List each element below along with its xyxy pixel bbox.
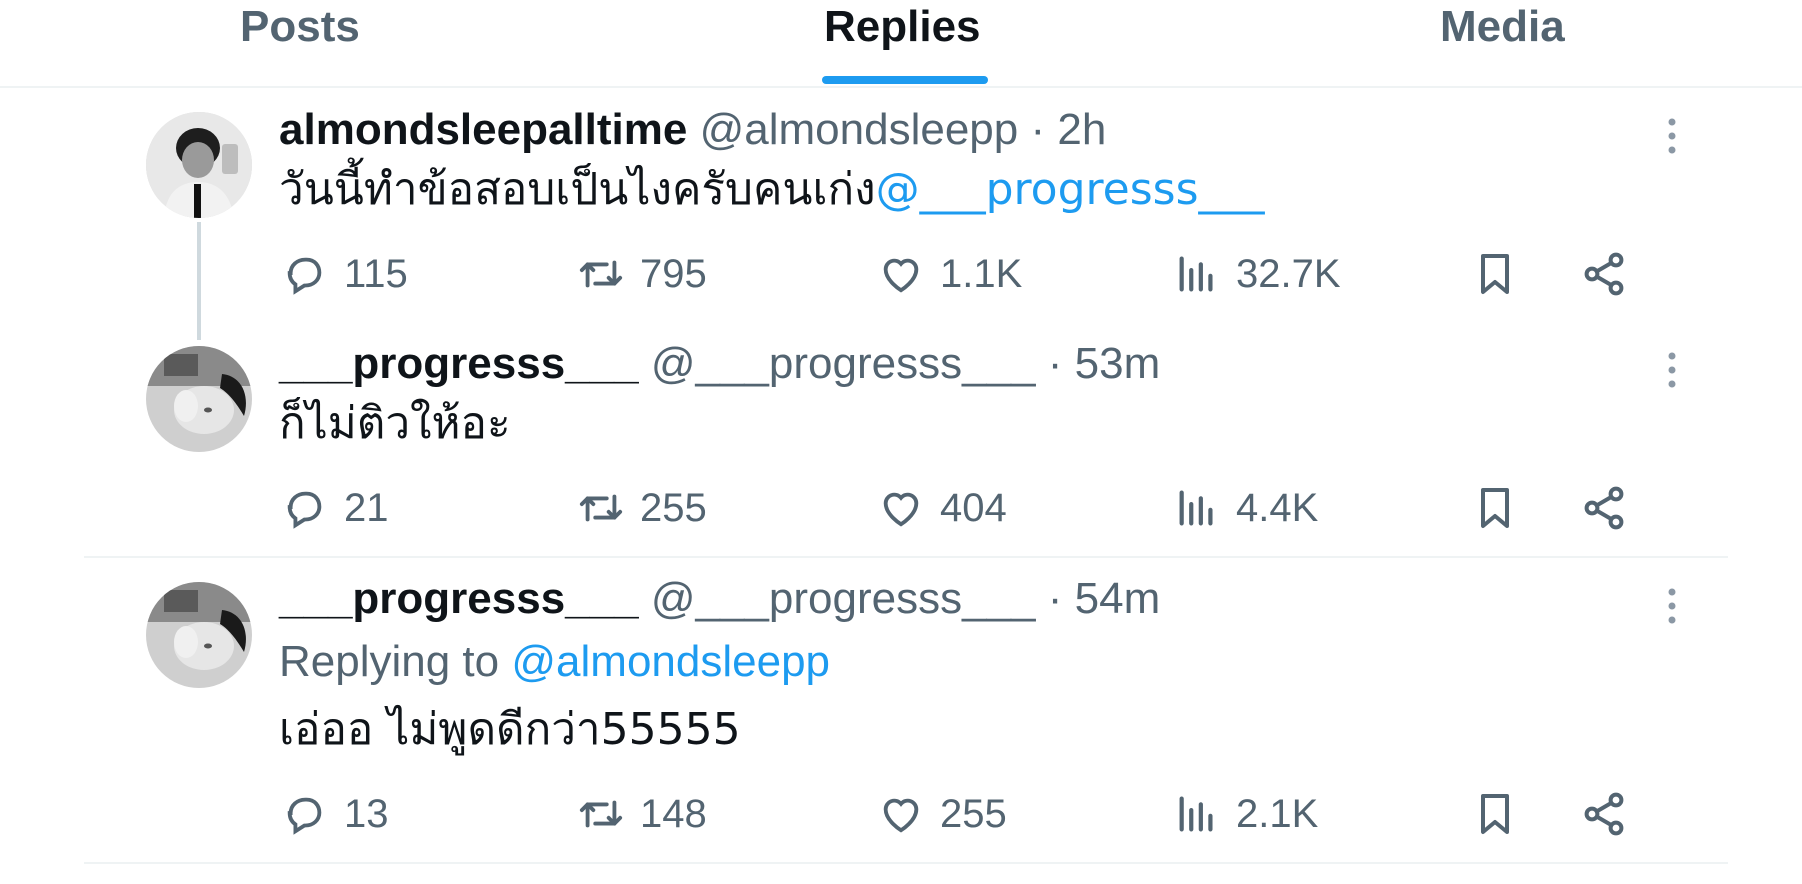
heart-icon [883, 258, 919, 293]
repost-count: 255 [640, 485, 707, 530]
display-name[interactable]: ___progresss___ [279, 339, 639, 388]
views-icon [1179, 490, 1213, 526]
post-body: ก็ไม่ติวให้อะ [279, 398, 511, 449]
views-icon [1179, 256, 1213, 292]
post-text: ก็ไม่ติวให้อะ [279, 397, 511, 451]
views-button[interactable]: 32.7K [1174, 246, 1341, 302]
repost-icon [579, 800, 623, 828]
avatar[interactable] [146, 582, 252, 688]
views-icon [1179, 796, 1213, 832]
post-body: วันนี้ทำข้อสอบเป็นไงครับคนเก่ง [279, 164, 876, 215]
bookmark-icon[interactable] [1471, 250, 1519, 298]
replying-to-handle[interactable]: @almondsleepp [511, 637, 830, 686]
more-options-icon[interactable] [1660, 582, 1684, 630]
heart-icon [883, 492, 919, 527]
post-header: almondsleepalltime @almondsleepp · 2h [279, 104, 1106, 156]
tab-posts[interactable]: Posts [240, 2, 360, 86]
heart-icon [883, 798, 919, 833]
reply-button[interactable]: 21 [282, 480, 389, 536]
post-time[interactable]: · 2h [1030, 105, 1106, 154]
repost-icon [579, 494, 623, 522]
post-actions: 21 255 404 4.4K [0, 480, 1802, 536]
post-header: ___progresss___ @___progresss___ · 53m [279, 338, 1160, 390]
repost-button[interactable]: 795 [578, 246, 707, 302]
post-divider [84, 862, 1728, 864]
avatar[interactable] [146, 112, 252, 218]
repost-icon [579, 260, 623, 288]
repost-count: 148 [640, 791, 707, 836]
bookmark-icon[interactable] [1471, 484, 1519, 532]
like-button[interactable]: 1.1K [878, 246, 1022, 302]
views-button[interactable]: 2.1K [1174, 786, 1318, 842]
user-handle[interactable]: @___progresss___ [651, 339, 1036, 388]
view-count: 4.4K [1236, 485, 1319, 530]
display-name[interactable]: ___progresss___ [279, 574, 639, 623]
replying-to-label: Replying to [279, 637, 500, 686]
reply-icon [287, 491, 322, 529]
profile-tabs: Posts Replies Media [0, 0, 1802, 88]
post-time[interactable]: · 54m [1048, 574, 1160, 623]
reply-count: 115 [344, 251, 408, 296]
tab-replies[interactable]: Replies [824, 2, 981, 86]
repost-button[interactable]: 148 [578, 786, 707, 842]
view-count: 2.1K [1236, 791, 1319, 836]
post-text: เอ่ออ ไม่พูดดีกว่า55555 [279, 703, 741, 757]
reply-button[interactable]: 115 [282, 246, 408, 302]
post-header: ___progresss___ @___progresss___ · 54m [279, 573, 1160, 625]
post-divider [84, 556, 1728, 558]
post-body: เอ่ออ ไม่พูดดีกว่า55555 [279, 704, 741, 755]
mention-link[interactable]: @___progresss___ [876, 164, 1265, 215]
like-button[interactable]: 404 [878, 480, 1007, 536]
reply-count: 13 [344, 791, 389, 836]
like-count: 404 [940, 485, 1007, 530]
like-count: 1.1K [940, 251, 1023, 296]
user-handle[interactable]: @___progresss___ [651, 574, 1036, 623]
reply-icon [287, 797, 322, 835]
replying-to-line: Replying to @almondsleepp [279, 636, 830, 688]
like-button[interactable]: 255 [878, 786, 1007, 842]
share-icon[interactable] [1580, 484, 1628, 532]
repost-count: 795 [640, 251, 707, 296]
avatar[interactable] [146, 346, 252, 452]
post-actions: 13 148 255 2.1K [0, 786, 1802, 842]
more-options-icon[interactable] [1660, 346, 1684, 394]
more-options-icon[interactable] [1660, 112, 1684, 160]
view-count: 32.7K [1236, 251, 1341, 296]
display-name[interactable]: almondsleepalltime [279, 105, 687, 154]
repost-button[interactable]: 255 [578, 480, 707, 536]
bookmark-icon[interactable] [1471, 790, 1519, 838]
reply-button[interactable]: 13 [282, 786, 389, 842]
reply-count: 21 [344, 485, 389, 530]
active-tab-indicator [822, 76, 988, 84]
post-time[interactable]: · 53m [1048, 339, 1160, 388]
post-text: วันนี้ทำข้อสอบเป็นไงครับคนเก่ง@___progre… [279, 163, 1265, 217]
share-icon[interactable] [1580, 790, 1628, 838]
like-count: 255 [940, 791, 1007, 836]
tab-media[interactable]: Media [1440, 2, 1565, 86]
reply-icon [287, 257, 322, 295]
post-actions: 115 795 1.1K 32.7K [0, 246, 1802, 302]
user-handle[interactable]: @almondsleepp [700, 105, 1019, 154]
share-icon[interactable] [1580, 250, 1628, 298]
views-button[interactable]: 4.4K [1174, 480, 1318, 536]
